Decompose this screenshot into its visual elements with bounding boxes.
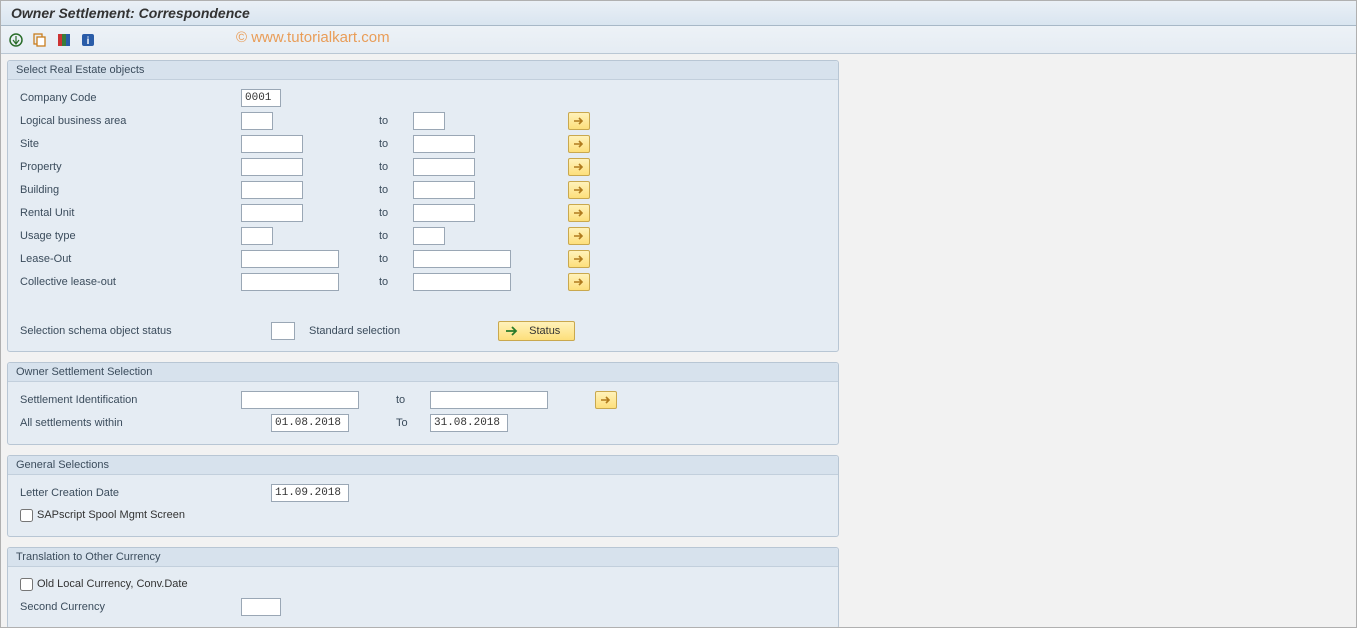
group-title-general: General Selections [8,456,838,475]
lease-out-to-label: to [379,253,413,265]
status-button[interactable]: Status [498,321,575,341]
input-building-to[interactable] [413,181,475,199]
label-usage-type: Usage type [16,230,241,242]
group-general-selections: General Selections Letter Creation Date … [7,455,839,537]
input-property-to[interactable] [413,158,475,176]
site-to-label: to [379,138,413,150]
group-real-estate: Select Real Estate objects Company Code … [7,60,839,352]
status-button-label: Status [529,325,560,337]
row-letter-date: Letter Creation Date [16,481,830,504]
multi-select-settlement-ident[interactable] [595,391,617,409]
input-settlement-ident-from[interactable] [241,391,359,409]
svg-text:i: i [87,36,90,47]
color-legend-icon[interactable] [55,31,73,49]
multi-select-rental-unit[interactable] [568,204,590,222]
row-spool-screen: SAPscript Spool Mgmt Screen [16,504,830,526]
input-company-code[interactable] [241,89,281,107]
input-usage-type-from[interactable] [241,227,273,245]
label-spool: SAPscript Spool Mgmt Screen [37,509,185,521]
group-currency: Translation to Other Currency Old Local … [7,547,839,627]
label-settlements-within: All settlements within [16,417,271,429]
label-company-code: Company Code [16,92,241,104]
input-site-from[interactable] [241,135,303,153]
lba-to-label: to [379,115,413,127]
label-schema: Selection schema object status [16,325,271,337]
input-schema[interactable] [271,322,295,340]
row-old-local-currency: Old Local Currency, Conv.Date [16,573,830,595]
multi-select-lba[interactable] [568,112,590,130]
input-letter-date[interactable] [271,484,349,502]
property-to-label: to [379,161,413,173]
input-lease-out-from[interactable] [241,250,339,268]
settlement-ident-to-label: to [396,394,430,406]
multi-select-collective-lease-out[interactable] [568,273,590,291]
row-settlements-within: All settlements within To [16,411,830,434]
toolbar: i © www.tutorialkart.com [1,26,1356,54]
multi-select-building[interactable] [568,181,590,199]
collective-lease-out-to-label: to [379,276,413,288]
input-site-to[interactable] [413,135,475,153]
label-building: Building [16,184,241,196]
input-settlement-ident-to[interactable] [430,391,548,409]
label-collective-lease-out: Collective lease-out [16,276,241,288]
label-standard-selection: Standard selection [309,325,400,337]
rental-unit-to-label: to [379,207,413,219]
multi-select-site[interactable] [568,135,590,153]
multi-select-property[interactable] [568,158,590,176]
input-property-from[interactable] [241,158,303,176]
row-schema: Selection schema object status Standard … [16,321,830,341]
input-within-to[interactable] [430,414,508,432]
checkbox-old-local-currency[interactable] [20,578,33,591]
group-title-owner-settlement: Owner Settlement Selection [8,363,838,382]
input-building-from[interactable] [241,181,303,199]
input-lease-out-to[interactable] [413,250,511,268]
label-rental-unit: Rental Unit [16,207,241,219]
group-title-real-estate: Select Real Estate objects [8,61,838,80]
row-site: Site to [16,132,830,155]
usage-type-to-label: to [379,230,413,242]
group-owner-settlement: Owner Settlement Selection Settlement Id… [7,362,839,445]
multi-select-lease-out[interactable] [568,250,590,268]
label-lba: Logical business area [16,115,241,127]
info-icon[interactable]: i [79,31,97,49]
input-collective-lease-out-from[interactable] [241,273,339,291]
within-to-label: To [396,417,430,429]
group-title-currency: Translation to Other Currency [8,548,838,567]
watermark-text: © www.tutorialkart.com [236,29,390,46]
label-settlement-ident: Settlement Identification [16,394,241,406]
row-property: Property to [16,155,830,178]
label-property: Property [16,161,241,173]
label-old-local-currency: Old Local Currency, Conv.Date [37,578,188,590]
app-window: Owner Settlement: Correspondence i © www… [0,0,1357,628]
label-lease-out: Lease-Out [16,253,241,265]
input-second-currency[interactable] [241,598,281,616]
row-usage-type: Usage type to [16,224,830,247]
row-lease-out: Lease-Out to [16,247,830,270]
row-second-currency: Second Currency [16,595,830,618]
input-collective-lease-out-to[interactable] [413,273,511,291]
row-collective-lease-out: Collective lease-out to [16,270,830,293]
input-within-from[interactable] [271,414,349,432]
page-title: Owner Settlement: Correspondence [1,1,1356,26]
variant-icon[interactable] [31,31,49,49]
row-logical-business-area: Logical business area to [16,109,830,132]
row-settlement-ident: Settlement Identification to [16,388,830,411]
label-site: Site [16,138,241,150]
input-rental-unit-to[interactable] [413,204,475,222]
row-rental-unit: Rental Unit to [16,201,830,224]
row-building: Building to [16,178,830,201]
row-company-code: Company Code [16,86,830,109]
label-letter-date: Letter Creation Date [16,487,271,499]
checkbox-spool[interactable] [20,509,33,522]
label-second-currency: Second Currency [16,601,241,613]
input-lba-from[interactable] [241,112,273,130]
content-area[interactable]: Select Real Estate objects Company Code … [1,54,1356,627]
input-usage-type-to[interactable] [413,227,445,245]
input-rental-unit-from[interactable] [241,204,303,222]
building-to-label: to [379,184,413,196]
multi-select-usage-type[interactable] [568,227,590,245]
execute-icon[interactable] [7,31,25,49]
input-lba-to[interactable] [413,112,445,130]
